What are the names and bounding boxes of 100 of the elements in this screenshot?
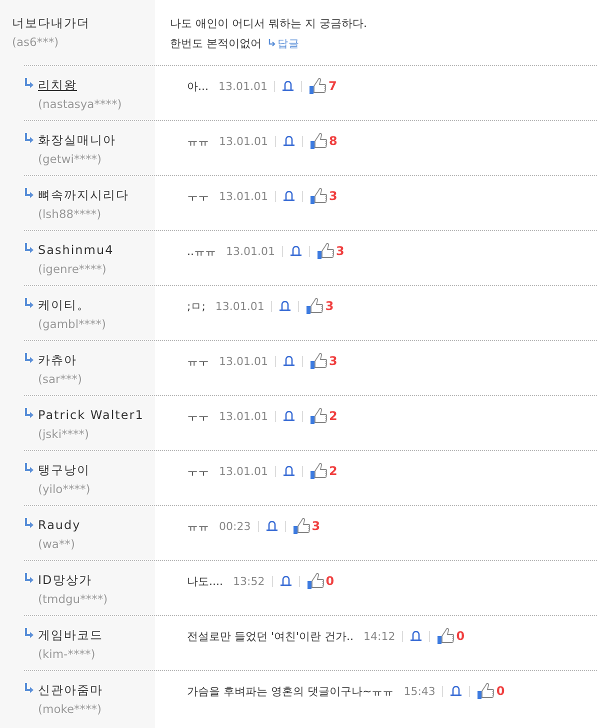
- report-bell-icon[interactable]: [410, 631, 422, 641]
- user-id: (jski****): [38, 426, 90, 443]
- timestamp: 13.01.01: [219, 410, 268, 422]
- reply-text: 전설로만 들었던 '여친'이란 건가..: [187, 628, 354, 644]
- thumbs-up-icon[interactable]: [310, 407, 328, 425]
- user-id: (getwi****): [38, 151, 102, 168]
- thumbs-up-icon[interactable]: [306, 297, 324, 315]
- reply-text: ㅠㅠ: [187, 518, 209, 534]
- author-name[interactable]: ID망상가: [38, 571, 108, 589]
- report-bell-icon[interactable]: [282, 466, 295, 476]
- timestamp: 00:23: [219, 520, 251, 532]
- reply-text: ㅜㅜ: [187, 188, 209, 204]
- user-id: (kim-****): [38, 646, 96, 663]
- user-id: (lsh88****): [38, 206, 102, 223]
- user-id: (tmdgu****): [38, 591, 108, 608]
- thumbs-up-icon[interactable]: [310, 132, 328, 150]
- reply-text: 가슴을 후벼파는 영혼의 댓글이구나~ㅠㅠ: [187, 684, 394, 698]
- thumbs-up-icon[interactable]: [316, 242, 335, 260]
- author-name: 너보다내가더: [12, 15, 91, 32]
- report-bell-icon[interactable]: [282, 356, 295, 366]
- reply-text: ㅠㅜ: [187, 354, 209, 368]
- report-bell-icon[interactable]: [282, 136, 295, 146]
- thumbs-up-icon[interactable]: [310, 187, 328, 205]
- timestamp: 13:52: [233, 574, 265, 588]
- author-name[interactable]: 뼈속까지시리다: [38, 186, 129, 204]
- like-count: 3: [336, 244, 344, 258]
- like-count: 3: [328, 354, 338, 368]
- thumbs-up-icon[interactable]: [306, 572, 325, 590]
- report-bell-icon[interactable]: [290, 246, 302, 256]
- thumbs-up-icon[interactable]: [309, 77, 328, 95]
- reply-arrow-icon: [24, 78, 34, 90]
- user-id: (igenre****): [38, 261, 108, 278]
- thumbs-up-icon[interactable]: [292, 517, 311, 535]
- like-count: 3: [325, 299, 334, 313]
- reply-text: ㅜㅜ: [187, 408, 209, 424]
- thumbs-up-icon[interactable]: [477, 682, 496, 700]
- reply-text: ㅜㅜ: [187, 464, 209, 478]
- reply-arrow-icon: [24, 683, 34, 695]
- like-count: 0: [456, 629, 465, 643]
- reply-text: ;ㅁ;: [187, 298, 206, 314]
- reply-arrow-icon: [24, 573, 34, 585]
- timestamp: 13.01.01: [219, 354, 268, 368]
- thumbs-up-icon[interactable]: [437, 627, 456, 645]
- timestamp: 13.01.01: [219, 190, 268, 202]
- report-bell-icon[interactable]: [282, 191, 295, 201]
- author-name[interactable]: 게임바코드: [38, 626, 103, 644]
- timestamp: 13.01.01: [215, 300, 264, 312]
- user-id: (moke****): [38, 701, 103, 718]
- report-bell-icon[interactable]: [282, 81, 294, 91]
- like-count: 7: [328, 79, 337, 93]
- thumbs-up-icon[interactable]: [310, 462, 328, 480]
- timestamp: 13.01.01: [226, 244, 275, 258]
- report-bell-icon[interactable]: [266, 521, 278, 531]
- reply-text: ㅠㅠ: [187, 134, 209, 148]
- report-bell-icon[interactable]: [282, 411, 295, 421]
- reply-arrow-icon: [268, 39, 276, 47]
- user-id: (as6***): [12, 34, 60, 51]
- author-name[interactable]: 탱구낭이: [38, 461, 90, 479]
- user-id: (nastasya****): [38, 96, 122, 113]
- timestamp: 14:12: [364, 630, 396, 642]
- reply-arrow-icon: [24, 353, 34, 365]
- reply-arrow-icon: [24, 408, 34, 420]
- report-bell-icon[interactable]: [450, 686, 462, 696]
- like-count: 2: [328, 464, 338, 478]
- timestamp: 13.01.01: [218, 80, 268, 92]
- author-name[interactable]: 신관아줌마: [38, 681, 103, 699]
- author-name[interactable]: Patrick Walter1: [38, 406, 144, 424]
- report-bell-icon[interactable]: [279, 301, 292, 311]
- author-name[interactable]: 카츄아: [38, 351, 82, 369]
- author-name[interactable]: 화장실매니아: [38, 131, 116, 149]
- reply-arrow-icon: [24, 628, 34, 640]
- like-count: 2: [328, 409, 338, 423]
- user-id: (gambl****): [38, 316, 106, 333]
- reply-arrow-icon: [24, 133, 34, 145]
- comment-text: 나도 애인이 어디서 뭐하는 지 궁금하다.: [170, 17, 367, 30]
- like-count: 8: [328, 134, 338, 148]
- like-count: 3: [312, 519, 320, 533]
- reply-arrow-icon: [24, 518, 34, 530]
- author-name[interactable]: 리치왕: [38, 76, 122, 94]
- user-id: (sar***): [38, 371, 82, 388]
- report-bell-icon[interactable]: [280, 576, 292, 586]
- reply-arrow-icon: [24, 188, 34, 200]
- author-name[interactable]: Raudy: [38, 516, 81, 534]
- comment-text: 한번도 본적이없어: [170, 37, 262, 50]
- timestamp: 13.01.01: [219, 134, 268, 148]
- like-count: 0: [326, 574, 334, 588]
- reply-arrow-icon: [24, 298, 34, 310]
- like-count: 3: [328, 189, 338, 203]
- reply-arrow-icon: [24, 463, 34, 475]
- reply-text: 아...: [187, 78, 208, 94]
- user-id: (wa**): [38, 536, 76, 553]
- timestamp: 15:43: [404, 684, 436, 698]
- author-name[interactable]: Sashinmu4: [38, 241, 114, 259]
- reply-arrow-icon: [24, 243, 34, 255]
- author-name[interactable]: 케이티。: [38, 296, 106, 314]
- timestamp: 13.01.01: [219, 464, 268, 478]
- thumbs-up-icon[interactable]: [310, 352, 328, 370]
- reply-text: 나도....: [187, 574, 223, 588]
- like-count: 0: [496, 684, 505, 698]
- reply-text: ..ㅠㅠ: [187, 244, 216, 258]
